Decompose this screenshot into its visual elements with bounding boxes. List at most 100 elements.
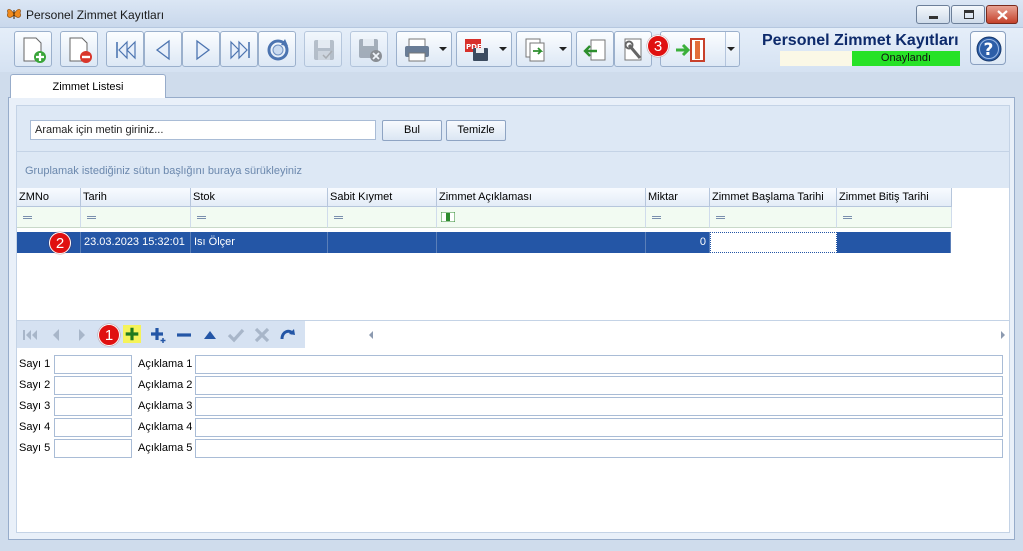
filter-cell-baslama[interactable]	[710, 207, 837, 228]
append-record-icon[interactable]	[149, 326, 167, 344]
sayi-3-label: Sayı 3	[19, 400, 51, 412]
chevron-down-icon	[499, 47, 507, 51]
annotation-badge-1: 1	[98, 324, 120, 346]
cancel-x-icon[interactable]	[253, 326, 271, 344]
first-arrow-icon	[116, 40, 136, 60]
column-header-stok[interactable]: Stok	[191, 188, 328, 207]
filter-cell-aciklama[interactable]	[437, 207, 646, 228]
annotation-badge-3: 3	[647, 35, 669, 57]
sayi-4-label: Sayı 4	[19, 421, 51, 433]
cell-baslama-focused[interactable]	[710, 232, 837, 253]
save-button[interactable]	[304, 31, 342, 67]
previous-icon[interactable]	[47, 326, 65, 344]
scroll-right-icon[interactable]	[999, 330, 1007, 340]
minimize-button[interactable]	[916, 5, 950, 24]
tab-panel: Bul Temizle Gruplamak istediğiniz sütun …	[8, 97, 1015, 540]
scroll-left-icon[interactable]	[367, 330, 375, 340]
sayi-2-input[interactable]	[54, 376, 132, 395]
last-record-button[interactable]	[220, 31, 258, 67]
refresh-button[interactable]	[258, 31, 296, 67]
cell-bitis[interactable]	[837, 232, 951, 253]
equals-icon	[716, 216, 725, 219]
minimize-icon	[929, 16, 938, 19]
text-filter-icon	[441, 212, 455, 222]
floppy-cancel-icon	[359, 39, 382, 62]
export-pdf-button[interactable]: PDF	[456, 31, 512, 67]
sayi-5-input[interactable]	[54, 439, 132, 458]
column-header-zmno[interactable]: ZMNo	[17, 188, 81, 207]
edit-up-icon[interactable]	[201, 326, 219, 344]
aciklama-2-input[interactable]	[195, 376, 1003, 395]
clear-button[interactable]: Temizle	[446, 120, 506, 141]
maximize-icon	[964, 10, 974, 19]
search-input[interactable]	[30, 120, 376, 140]
cell-tarih[interactable]: 23.03.2023 15:32:01	[81, 232, 191, 253]
delete-record-button[interactable]	[60, 31, 98, 67]
detail-form: Sayı 1 Açıklama 1 Sayı 2 Açıklama 2 Sayı…	[17, 354, 1009, 474]
sayi-1-input[interactable]	[54, 355, 132, 374]
equals-icon	[334, 216, 343, 219]
aciklama-4-input[interactable]	[195, 418, 1003, 437]
cell-aciklama[interactable]	[437, 232, 646, 253]
horizontal-scrollbar[interactable]	[305, 321, 1009, 348]
filter-cell-bitis[interactable]	[837, 207, 952, 228]
tab-zimmet-listesi[interactable]: Zimmet Listesi	[10, 74, 166, 98]
export-button[interactable]	[516, 31, 572, 67]
close-button[interactable]	[986, 5, 1018, 24]
document-import-icon	[583, 39, 606, 61]
chevron-down-icon	[559, 47, 567, 51]
previous-record-button[interactable]	[144, 31, 182, 67]
content-area: Bul Temizle Gruplamak istediğiniz sütun …	[16, 105, 1010, 533]
aciklama-5-input[interactable]	[195, 439, 1003, 458]
settings-button[interactable]	[614, 31, 652, 67]
confirm-check-icon[interactable]	[227, 326, 245, 344]
new-document-icon	[23, 37, 46, 63]
column-header-baslama-tarihi[interactable]: Zimmet Başlama Tarihi	[710, 188, 837, 207]
search-bar: Bul Temizle	[17, 106, 1009, 152]
sayi-4-input[interactable]	[54, 418, 132, 437]
cell-sabit-kiymet[interactable]	[328, 232, 437, 253]
help-button[interactable]: ?	[970, 31, 1006, 65]
window-title: Personel Zimmet Kayıtları	[26, 8, 165, 22]
annotation-badge-2: 2	[49, 232, 71, 254]
maximize-button[interactable]	[951, 5, 985, 24]
aciklama-5-label: Açıklama 5	[138, 442, 193, 454]
filter-cell-tarih[interactable]	[81, 207, 191, 228]
print-button[interactable]	[396, 31, 452, 67]
filter-cell-sabit-kiymet[interactable]	[328, 207, 437, 228]
filter-cell-miktar[interactable]	[646, 207, 710, 228]
sayi-3-input[interactable]	[54, 397, 132, 416]
exit-button[interactable]	[660, 31, 740, 67]
refresh-arrow-icon[interactable]	[279, 326, 297, 344]
column-header-sabit-kiymet[interactable]: Sabit Kıymet	[328, 188, 437, 207]
cell-miktar[interactable]: 0	[646, 232, 710, 253]
aciklama-3-input[interactable]	[195, 397, 1003, 416]
navigator-bar: 1	[17, 320, 1009, 348]
aciklama-1-input[interactable]	[195, 355, 1003, 374]
add-record-icon[interactable]	[123, 325, 141, 343]
find-button[interactable]: Bul	[382, 120, 442, 141]
next-icon[interactable]	[73, 326, 91, 344]
column-header-zimmet-aciklamasi[interactable]: Zimmet Açıklaması	[437, 188, 646, 207]
cell-stok[interactable]: Isı Ölçer	[191, 232, 328, 253]
aciklama-4-label: Açıklama 4	[138, 421, 193, 433]
next-record-button[interactable]	[182, 31, 220, 67]
refresh-icon	[267, 39, 289, 61]
sayi-1-label: Sayı 1	[19, 358, 51, 370]
exit-door-icon	[676, 38, 705, 62]
title-bar: Personel Zimmet Kayıtları	[0, 0, 1023, 28]
delete-record-icon[interactable]	[175, 326, 193, 344]
column-header-bitis-tarihi[interactable]: Zimmet Bitiş Tarihi	[837, 188, 952, 207]
import-button[interactable]	[576, 31, 614, 67]
first-record-icon[interactable]	[21, 326, 39, 344]
chevron-down-icon	[727, 47, 735, 51]
filter-cell-zmno[interactable]	[17, 207, 81, 228]
cancel-changes-button[interactable]	[350, 31, 388, 67]
table-row[interactable]: 23.03.2023 15:32:01 Isı Ölçer 0	[17, 232, 951, 253]
first-record-button[interactable]	[106, 31, 144, 67]
column-header-tarih[interactable]: Tarih	[81, 188, 191, 207]
equals-icon	[843, 216, 852, 219]
new-record-button[interactable]	[14, 31, 52, 67]
column-header-miktar[interactable]: Miktar	[646, 188, 710, 207]
filter-cell-stok[interactable]	[191, 207, 328, 228]
